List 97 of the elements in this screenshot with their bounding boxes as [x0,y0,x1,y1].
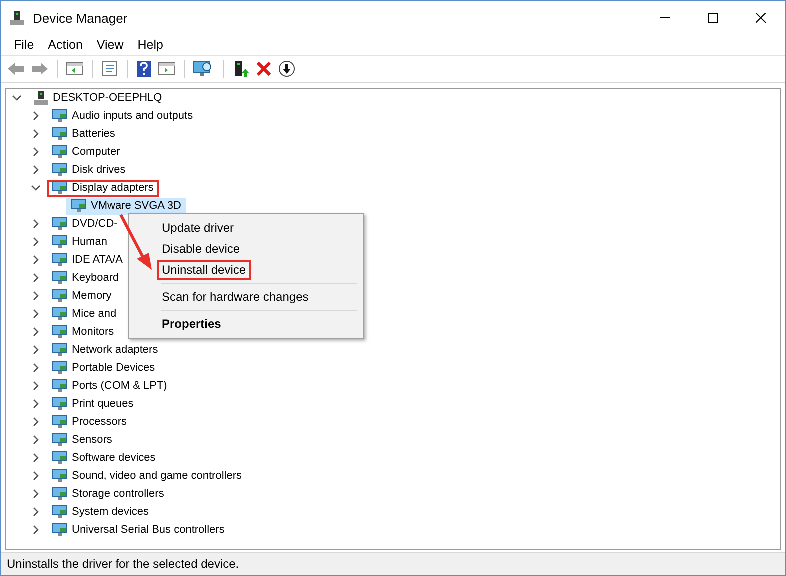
device-icon [52,325,68,339]
chevron-icon[interactable] [31,453,41,463]
device-icon [33,91,49,105]
context-menu-item[interactable]: Disable device [157,239,246,259]
chevron-icon[interactable] [31,525,41,535]
console-tree-icon[interactable] [66,61,84,77]
chevron-icon[interactable] [31,381,41,391]
tree-item[interactable]: Network adapters [47,342,164,358]
chevron-icon[interactable] [31,129,41,139]
tree-item[interactable]: Batteries [47,126,120,142]
chevron-icon[interactable] [31,471,41,481]
device-icon [52,217,68,231]
chevron-icon[interactable] [31,147,41,157]
device-icon [52,235,68,249]
tree-item[interactable]: DESKTOP-OEEPHLQ [28,90,168,106]
chevron-icon[interactable] [31,417,41,427]
tree-item[interactable]: Sensors [47,432,118,448]
help-icon[interactable] [136,60,152,78]
chevron-icon[interactable] [31,237,41,247]
menu-item[interactable]: File [7,38,42,52]
app-icon [9,10,25,26]
chevron-icon[interactable] [31,399,41,409]
device-icon [52,433,68,447]
device-icon [52,271,68,285]
tree-item[interactable]: Sound, video and game controllers [47,468,247,484]
tree-item[interactable]: Memory [47,288,117,304]
chevron-icon[interactable] [31,489,41,499]
device-icon [52,451,68,465]
chevron-icon[interactable] [31,435,41,445]
chevron-icon[interactable] [31,255,41,265]
tree-item[interactable]: Print queues [47,396,139,412]
device-icon [52,163,68,177]
menu-item[interactable]: Action [41,38,90,52]
status-text: Uninstalls the driver for the selected device. [7,557,240,571]
tree-item[interactable]: DVD/CD- [47,216,123,232]
device-icon [52,469,68,483]
tree-item[interactable]: Disk drives [47,162,131,178]
tree-item[interactable]: Mice and [47,306,122,322]
tree-item[interactable]: Display adapters [47,180,159,196]
tree-item[interactable]: Software devices [47,450,161,466]
delete-icon[interactable] [256,61,272,77]
device-icon [52,397,68,411]
menu-item[interactable]: View [90,38,131,52]
tree-item[interactable]: Keyboard [47,270,124,286]
chevron-icon[interactable] [31,165,41,175]
device-icon [52,343,68,357]
tree-item[interactable]: Human [47,234,112,250]
tree-item[interactable]: Universal Serial Bus controllers [47,522,230,538]
tree-item[interactable]: Portable Devices [47,360,160,376]
device-icon [52,523,68,537]
device-icon [52,253,68,267]
device-icon [52,181,68,195]
device-icon [52,415,68,429]
device-icon [52,145,68,159]
chevron-icon[interactable] [31,363,41,373]
tree-item[interactable]: System devices [47,504,154,520]
chevron-icon[interactable] [31,327,41,337]
menu-item[interactable]: Help [130,38,170,52]
device-icon [52,307,68,321]
device-icon [52,109,68,123]
device-icon [52,127,68,141]
device-icon [52,289,68,303]
context-menu-item[interactable]: Scan for hardware changes [157,287,314,307]
properties-icon[interactable] [101,61,119,77]
download-icon[interactable] [278,60,296,78]
context-menu-item[interactable]: Uninstall device [157,260,252,280]
tree-item[interactable]: Storage controllers [47,486,170,502]
chevron-icon[interactable] [31,219,41,229]
close-icon [756,13,766,23]
chevron-icon[interactable] [31,345,41,355]
update-driver-icon[interactable] [232,60,250,78]
device-icon [52,361,68,375]
chevron-icon[interactable] [12,93,22,103]
chevron-icon[interactable] [31,273,41,283]
device-icon [71,199,87,213]
tree-item[interactable]: Monitors [47,324,120,340]
forward-icon[interactable] [31,61,49,77]
chevron-icon[interactable] [31,111,41,121]
tree-item[interactable]: Audio inputs and outputs [47,108,198,124]
tree-item[interactable]: IDE ATA/A [47,252,128,268]
window-title: Device Manager [33,10,128,26]
tree-item[interactable]: Processors [47,414,132,430]
tree-item[interactable]: Ports (COM & LPT) [47,378,172,394]
context-menu-item[interactable]: Properties [157,314,226,334]
maximize-icon [708,13,718,23]
action-pane-icon[interactable] [158,61,176,77]
chevron-icon[interactable] [31,507,41,517]
tree-item[interactable]: VMware SVGA 3D [66,198,186,214]
chevron-icon[interactable] [31,309,41,319]
device-icon [52,487,68,501]
back-icon[interactable] [7,61,25,77]
device-icon [52,505,68,519]
chevron-icon[interactable] [31,183,41,193]
device-icon [52,379,68,393]
chevron-icon[interactable] [31,291,41,301]
tree-item[interactable]: Computer [47,144,126,160]
context-menu-item[interactable]: Update driver [157,218,240,238]
